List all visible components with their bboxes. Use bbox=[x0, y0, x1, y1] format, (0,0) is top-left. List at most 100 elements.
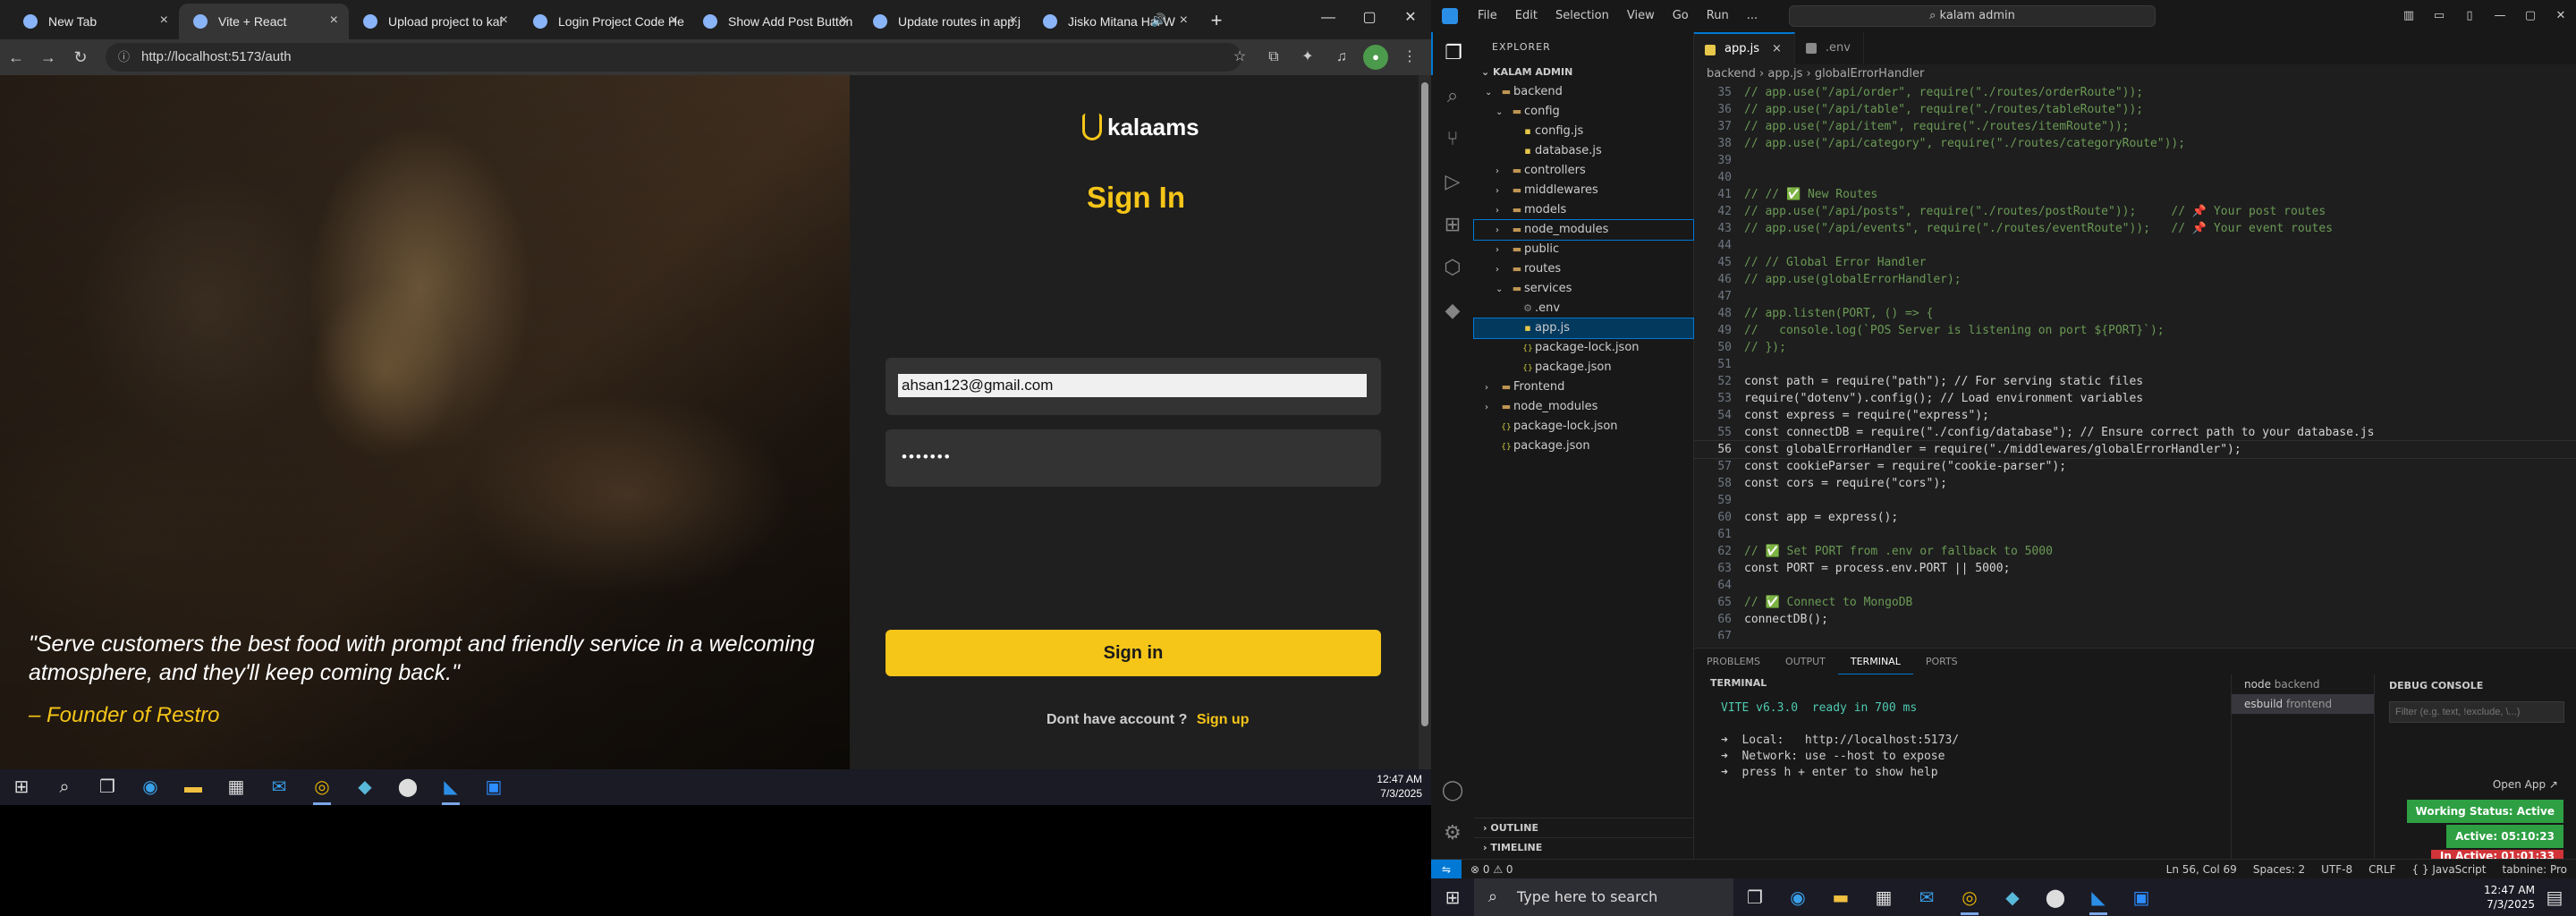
tree-item[interactable]: › ▬ routes bbox=[1474, 259, 1693, 279]
zoom-icon[interactable]: ▣ bbox=[2120, 879, 2163, 915]
settings-gear-icon[interactable]: ⚙ bbox=[1431, 812, 1474, 855]
tab-close-icon[interactable]: × bbox=[670, 13, 678, 29]
tree-item[interactable]: ⌄ ▬ config bbox=[1474, 102, 1693, 122]
status-item[interactable]: Ln 56, Col 69 bbox=[2166, 860, 2237, 879]
tree-item[interactable]: ⌄ ▬ backend bbox=[1474, 82, 1693, 102]
command-center[interactable]: ⌕ kalam admin bbox=[1789, 5, 2156, 27]
tree-item[interactable]: › ▬ node_modules bbox=[1473, 219, 1694, 241]
tree-item[interactable]: {} package-lock.json bbox=[1474, 417, 1693, 437]
status-item[interactable]: { } JavaScript bbox=[2411, 860, 2486, 879]
vscode-icon[interactable]: ◣ bbox=[429, 769, 472, 805]
mail-icon[interactable]: ✉ bbox=[258, 769, 301, 805]
remote-indicator[interactable]: ⇋ bbox=[1431, 860, 1462, 879]
terminal-instance[interactable]: esbuild frontend bbox=[2232, 694, 2374, 714]
status-item[interactable]: Spaces: 2 bbox=[2253, 860, 2305, 879]
tree-item[interactable]: {} package-lock.json bbox=[1474, 338, 1693, 358]
task-view-icon[interactable]: ❐ bbox=[1733, 879, 1776, 915]
outline-section[interactable]: › OUTLINE bbox=[1474, 818, 1694, 837]
tree-item[interactable]: › ▬ node_modules bbox=[1474, 397, 1693, 417]
status-item[interactable]: tabnine: Pro bbox=[2503, 860, 2568, 879]
extension-icon[interactable]: ⧉ bbox=[1261, 45, 1286, 70]
extensions-icon[interactable]: ⊞ bbox=[1431, 204, 1474, 247]
chrome-icon[interactable]: ◎ bbox=[301, 769, 343, 805]
panel-tab[interactable]: OUTPUT bbox=[1773, 649, 1838, 674]
tab-close-icon[interactable]: × bbox=[1180, 13, 1188, 29]
menu-item[interactable]: Edit bbox=[1506, 0, 1546, 32]
tree-item[interactable]: › ▬ Frontend bbox=[1474, 377, 1693, 397]
app-icon-2[interactable]: ⬤ bbox=[2034, 879, 2077, 915]
star-icon[interactable]: ☆ bbox=[1227, 45, 1252, 70]
source-control-icon[interactable]: ⑂ bbox=[1431, 118, 1474, 161]
remote-icon[interactable]: ⬡ bbox=[1431, 247, 1474, 290]
file-explorer-icon[interactable]: ▬ bbox=[172, 769, 215, 805]
panel-tab[interactable]: TERMINAL bbox=[1837, 649, 1913, 674]
forward-icon[interactable]: → bbox=[32, 48, 64, 67]
panel-tab[interactable]: PORTS bbox=[1913, 649, 1970, 674]
windows-start-icon[interactable]: ⊞ bbox=[0, 769, 43, 805]
tab-close-icon[interactable]: × bbox=[1010, 13, 1018, 29]
edge-icon[interactable]: ◉ bbox=[1776, 879, 1819, 915]
chrome-icon[interactable]: ◎ bbox=[1948, 879, 1991, 915]
mail-icon[interactable]: ✉ bbox=[1905, 879, 1948, 915]
code-editor[interactable]: 35 // app.use("/api/order", require("./ro… bbox=[1694, 84, 2576, 639]
app-icon-2[interactable]: ⬤ bbox=[386, 769, 429, 805]
menu-item[interactable]: ... bbox=[1738, 0, 1767, 32]
reload-icon[interactable]: ↻ bbox=[64, 48, 97, 67]
status-item[interactable]: CRLF bbox=[2368, 860, 2395, 879]
terminal-instance[interactable]: node backend bbox=[2232, 674, 2374, 694]
panel-toggle-icon[interactable]: ▭ bbox=[2424, 0, 2454, 32]
app-icon[interactable]: ◆ bbox=[343, 769, 386, 805]
browser-tab[interactable]: Jisko Mitana Hai W 🔊 × bbox=[1029, 4, 1199, 39]
tabnine-icon[interactable]: ◆ bbox=[1431, 290, 1474, 333]
tree-item[interactable]: ▪ database.js bbox=[1474, 141, 1693, 161]
edge-icon[interactable]: ◉ bbox=[129, 769, 172, 805]
layout-icon[interactable]: ▥ bbox=[2394, 0, 2424, 32]
puzzle-icon[interactable]: ✦ bbox=[1295, 45, 1320, 70]
signin-button[interactable]: Sign in bbox=[886, 630, 1381, 676]
run-debug-icon[interactable]: ▷ bbox=[1431, 161, 1474, 204]
back-icon[interactable]: ← bbox=[0, 48, 32, 67]
tab-close-icon[interactable]: × bbox=[500, 13, 508, 29]
minimize-button[interactable]: — bbox=[2485, 0, 2515, 32]
menu-item[interactable]: Run bbox=[1698, 0, 1738, 32]
explorer-icon[interactable]: ❐ bbox=[1431, 32, 1474, 75]
password-field[interactable] bbox=[898, 445, 1367, 469]
maximize-button[interactable]: ▢ bbox=[1349, 0, 1390, 36]
tab-close-icon[interactable]: × bbox=[160, 13, 168, 29]
address-bar[interactable]: ⓘ http://localhost:5173/auth bbox=[106, 43, 1241, 72]
store-icon[interactable]: ▦ bbox=[1862, 879, 1905, 915]
browser-tab[interactable]: New Tab × bbox=[9, 4, 179, 39]
tree-item[interactable]: {} package.json bbox=[1474, 437, 1693, 456]
tree-item[interactable]: › ▬ models bbox=[1474, 200, 1693, 220]
status-item[interactable]: UTF-8 bbox=[2321, 860, 2352, 879]
terminal[interactable]: TERMINAL VITE v6.3.0 ready in 700 ms ➜ Lo… bbox=[1694, 674, 2231, 859]
account-icon[interactable]: ◯ bbox=[1431, 769, 1474, 812]
notification-icon[interactable]: ▤ bbox=[2533, 879, 2576, 915]
browser-tab[interactable]: Show Add Post Button × bbox=[689, 4, 859, 39]
menu-item[interactable]: File bbox=[1469, 0, 1506, 32]
profile-avatar[interactable]: ● bbox=[1363, 45, 1388, 70]
open-app-button[interactable]: Open App ↗ bbox=[2484, 773, 2567, 796]
tree-item[interactable]: {} package.json bbox=[1474, 358, 1693, 377]
zoom-icon[interactable]: ▣ bbox=[472, 769, 515, 805]
problems-indicator[interactable]: ⊗ 0 ⚠ 0 bbox=[1470, 860, 1513, 879]
windows-start-icon[interactable]: ⊞ bbox=[1431, 879, 1474, 915]
task-view-icon[interactable]: ❐ bbox=[86, 769, 129, 805]
editor-tab[interactable]: .env bbox=[1795, 32, 1864, 64]
search-icon[interactable]: ⌕ bbox=[1431, 75, 1474, 118]
close-window-button[interactable]: ✕ bbox=[2546, 0, 2576, 32]
menu-icon[interactable]: ⋮ bbox=[1397, 45, 1422, 70]
menu-item[interactable]: Go bbox=[1664, 0, 1698, 32]
media-icon[interactable]: ♫ bbox=[1329, 45, 1354, 70]
debug-filter-input[interactable] bbox=[2389, 701, 2564, 723]
timeline-section[interactable]: › TIMELINE bbox=[1474, 837, 1694, 857]
browser-tab[interactable]: Vite + React × bbox=[179, 4, 349, 39]
panel-tab[interactable]: PROBLEMS bbox=[1694, 649, 1773, 674]
tree-item[interactable]: › ▬ public bbox=[1474, 240, 1693, 259]
maximize-button[interactable]: ▢ bbox=[2515, 0, 2546, 32]
breadcrumb[interactable]: backend › app.js › globalErrorHandler bbox=[1694, 64, 2576, 84]
tree-item[interactable]: ⚙ .env bbox=[1474, 299, 1693, 318]
clock[interactable]: 12:47 AM 7/3/2025 bbox=[1377, 772, 1422, 801]
page-scrollbar[interactable] bbox=[1419, 75, 1431, 769]
tab-close-icon[interactable]: × bbox=[330, 13, 338, 29]
